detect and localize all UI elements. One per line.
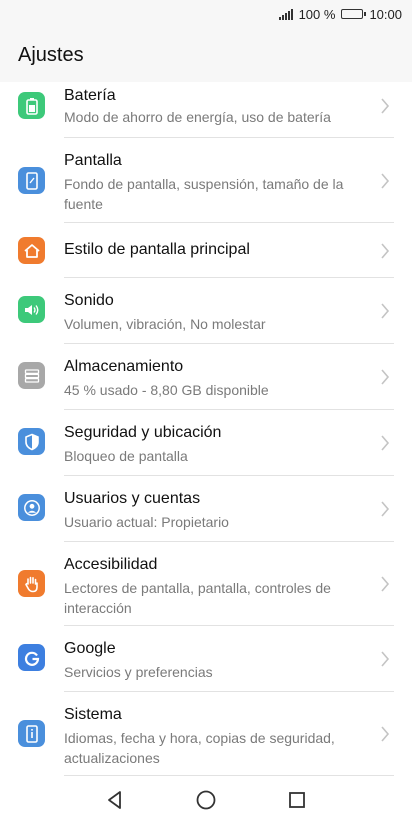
- settings-item-sonido[interactable]: Sonido Volumen, vibración, No molestar: [0, 278, 412, 344]
- settings-item-google[interactable]: Google Servicios y preferencias: [0, 626, 412, 692]
- home-button[interactable]: [186, 780, 226, 820]
- settings-item-title: Pantalla: [64, 152, 122, 169]
- back-triangle-icon: [108, 791, 122, 809]
- speaker-icon: [18, 296, 45, 323]
- settings-item-subtitle: Fondo de pantalla, suspensión, tamaño de…: [64, 176, 344, 212]
- settings-item-title: Batería: [64, 87, 116, 104]
- settings-item-seguridad-ubicacion[interactable]: Seguridad y ubicación Bloqueo de pantall…: [0, 410, 412, 476]
- settings-item-subtitle: Bloqueo de pantalla: [64, 448, 188, 464]
- clock: 10:00: [369, 6, 402, 22]
- user-icon: [18, 494, 45, 521]
- settings-item-subtitle: Servicios y preferencias: [64, 664, 213, 680]
- system-info-icon: [18, 720, 45, 747]
- chevron-right-icon: [381, 243, 390, 259]
- back-button[interactable]: [95, 780, 135, 820]
- settings-item-bateria[interactable]: Batería Modo de ahorro de energía, uso d…: [0, 82, 412, 138]
- settings-item-usuarios-cuentas[interactable]: Usuarios y cuentas Usuario actual: Propi…: [0, 476, 412, 542]
- settings-item-title: Google: [64, 640, 116, 657]
- google-icon: [18, 644, 45, 671]
- home-icon: [18, 237, 45, 264]
- settings-item-title: Seguridad y ubicación: [64, 424, 222, 441]
- settings-item-estilo-pantalla-principal[interactable]: Estilo de pantalla principal: [0, 223, 412, 278]
- battery-percent: 100 %: [298, 6, 336, 22]
- settings-item-title: Accesibilidad: [64, 556, 158, 573]
- chevron-right-icon: [381, 98, 390, 114]
- settings-item-accesibilidad[interactable]: Accesibilidad Lectores de pantalla, pant…: [0, 542, 412, 626]
- settings-item-subtitle: Volumen, vibración, No molestar: [64, 316, 266, 332]
- chevron-right-icon: [381, 435, 390, 451]
- chevron-right-icon: [381, 369, 390, 385]
- status-bar: 100 % 10:00: [0, 0, 412, 28]
- shield-icon: [18, 428, 45, 455]
- settings-item-subtitle: Modo de ahorro de energía, uso de baterí…: [64, 109, 331, 125]
- display-icon: [18, 167, 45, 194]
- signal-icon: [278, 8, 293, 20]
- settings-item-sistema[interactable]: Sistema Idiomas, fecha y hora, copias de…: [0, 692, 412, 776]
- settings-item-title: Almacenamiento: [64, 358, 184, 375]
- settings-item-title: Sonido: [64, 292, 114, 309]
- settings-item-subtitle: Lectores de pantalla, pantalla, controle…: [64, 580, 331, 616]
- app-header: Ajustes: [0, 28, 412, 82]
- settings-item-subtitle: Usuario actual: Propietario: [64, 514, 229, 530]
- battery-icon: [341, 9, 367, 19]
- chevron-right-icon: [381, 173, 390, 189]
- storage-icon: [18, 362, 45, 389]
- settings-item-subtitle: 45 % usado - 8,80 GB disponible: [64, 382, 269, 398]
- settings-item-title: Estilo de pantalla principal: [64, 241, 250, 258]
- settings-item-pantalla[interactable]: Pantalla Fondo de pantalla, suspensión, …: [0, 138, 412, 223]
- home-circle-icon: [196, 790, 216, 810]
- settings-item-title: Usuarios y cuentas: [64, 490, 201, 507]
- recents-square-icon: [288, 792, 305, 808]
- chevron-right-icon: [381, 726, 390, 742]
- chevron-right-icon: [381, 576, 390, 592]
- battery-icon: [18, 92, 45, 119]
- chevron-right-icon: [381, 501, 390, 517]
- navigation-bar: [0, 776, 412, 824]
- hand-icon: [18, 570, 45, 597]
- settings-list[interactable]: Batería Modo de ahorro de energía, uso d…: [0, 82, 412, 776]
- settings-item-subtitle: Idiomas, fecha y hora, copias de segurid…: [64, 730, 335, 766]
- settings-item-almacenamiento[interactable]: Almacenamiento 45 % usado - 8,80 GB disp…: [0, 344, 412, 410]
- recents-button[interactable]: [277, 780, 317, 820]
- chevron-right-icon: [381, 651, 390, 667]
- settings-item-title: Sistema: [64, 706, 122, 723]
- page-title: Ajustes: [18, 44, 84, 66]
- chevron-right-icon: [381, 303, 390, 319]
